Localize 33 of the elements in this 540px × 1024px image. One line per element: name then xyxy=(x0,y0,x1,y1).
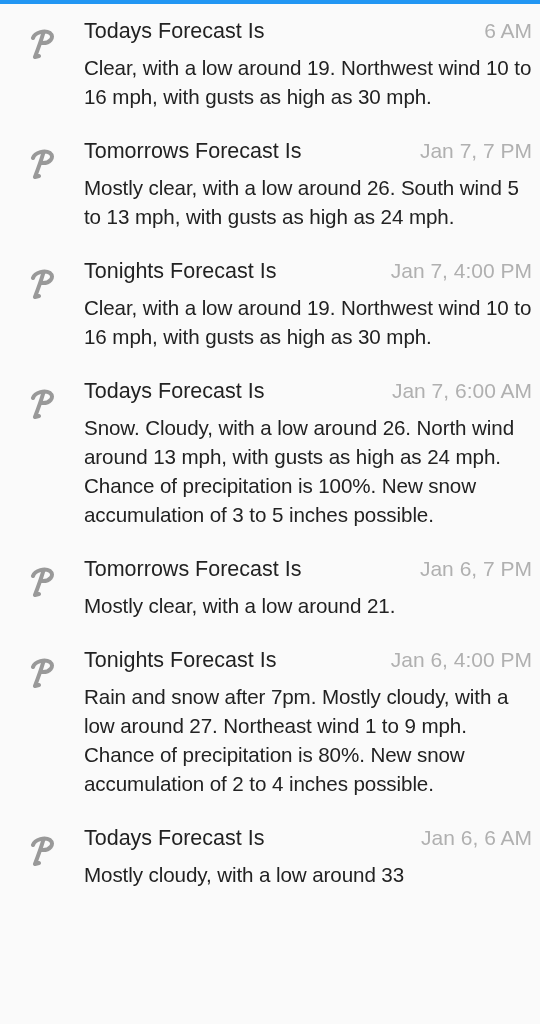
app-logo-icon xyxy=(29,149,55,179)
notification-time: Jan 6, 6 AM xyxy=(421,826,532,850)
app-logo-icon xyxy=(29,29,55,59)
notification-body: Clear, with a low around 19. Northwest wind 10 to 16 mph, with gusts as high as 30 mph. xyxy=(84,55,532,110)
notification-body: Snow. Cloudy, with a low around 26. North wind around 13 mph, with gusts as high as 24 mph. Chance of precipitation is 100%. New snow accumulation of 3 to 5 inches possible. xyxy=(84,415,515,528)
notification-time: Jan 7, 4:00 PM xyxy=(390,259,532,283)
notification-item[interactable]: Tonights Forecast Is Jan 7, 4:00 PM Clear, with a low around 19. Northwest wind 10 to 16 mph, with gusts as high as 30 mph. xyxy=(0,244,540,364)
notification-body: Mostly cloudy, with a low around 33 xyxy=(84,862,406,888)
notification-body: Clear, with a low around 19. Northwest wind 10 to 16 mph, with gusts as high as 30 mph. xyxy=(84,295,532,350)
notification-body: Mostly clear, with a low around 26. South wind 5 to 13 mph, with gusts as high as 24 mph. xyxy=(84,175,520,230)
notification-body: Rain and snow after 7pm. Mostly cloudy, with a low around 27. Northeast wind 1 to 9 mph. Chance of precipitation is 80%. New snow accumulation of 2 to 4 inches possible. xyxy=(84,684,510,797)
notification-time: Jan 7, 6:00 AM xyxy=(391,379,532,403)
app-logo-icon xyxy=(29,836,55,866)
app-logo-icon xyxy=(29,567,55,597)
notification-time: 6 AM xyxy=(484,19,532,43)
notification-title: Todays Forecast Is xyxy=(84,826,265,851)
notification-title: Tomorrows Forecast Is xyxy=(84,139,302,164)
notification-item[interactable]: Tomorrows Forecast Is Jan 6, 7 PM Mostly clear, with a low around 21. xyxy=(0,542,540,633)
notification-time: Jan 6, 4:00 PM xyxy=(390,648,532,672)
notification-time: Jan 6, 7 PM xyxy=(419,557,532,581)
notification-time: Jan 7, 7 PM xyxy=(419,139,532,163)
notification-body: Mostly clear, with a low around 21. xyxy=(84,593,397,619)
app-logo-icon xyxy=(29,658,55,688)
app-logo-icon xyxy=(29,389,55,419)
notification-title: Todays Forecast Is xyxy=(84,19,265,44)
notification-title: Tonights Forecast Is xyxy=(84,259,277,284)
notification-title: Tomorrows Forecast Is xyxy=(84,557,302,582)
notification-item[interactable]: Tomorrows Forecast Is Jan 7, 7 PM Mostly clear, with a low around 26. South wind 5 to 13 mph, with gusts as high as 24 mph. xyxy=(0,124,540,244)
notification-title: Tonights Forecast Is xyxy=(84,648,277,673)
notification-title: Todays Forecast Is xyxy=(84,379,265,404)
app-logo-icon xyxy=(29,269,55,299)
notification-item[interactable]: Todays Forecast Is Jan 6, 6 AM Mostly cloudy, with a low around 33 xyxy=(0,811,540,902)
notification-item[interactable]: Todays Forecast Is 6 AM Clear, with a low around 19. Northwest wind 10 to 16 mph, with gusts as high as 30 mph. xyxy=(0,4,540,124)
